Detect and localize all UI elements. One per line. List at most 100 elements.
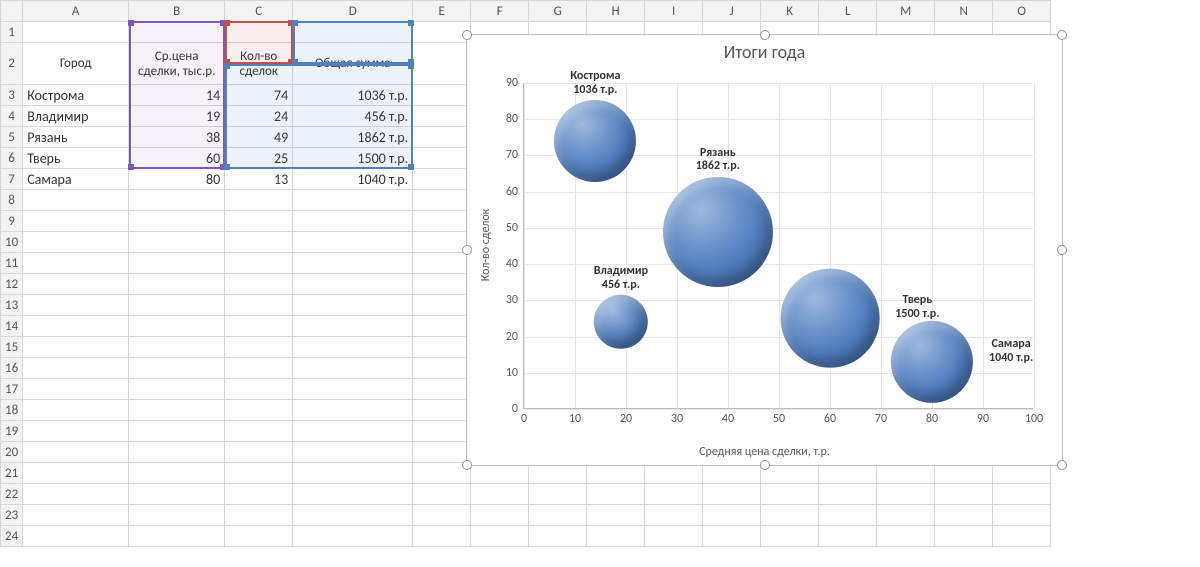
column-header-K[interactable]: K bbox=[761, 1, 819, 22]
chart-handle[interactable] bbox=[1057, 30, 1067, 40]
row-header-13[interactable]: 13 bbox=[1, 295, 23, 316]
cell-D3[interactable]: 1036 т.р. bbox=[293, 85, 413, 106]
cell-H23[interactable] bbox=[587, 505, 645, 526]
cell-I24[interactable] bbox=[645, 526, 703, 547]
cell-B21[interactable] bbox=[129, 463, 225, 484]
cell-E16[interactable] bbox=[413, 358, 471, 379]
cell-A22[interactable] bbox=[23, 484, 129, 505]
cell-A7[interactable]: Самара bbox=[23, 169, 129, 190]
chart-handle[interactable] bbox=[1057, 245, 1067, 255]
column-header-F[interactable]: F bbox=[471, 1, 529, 22]
cell-B13[interactable] bbox=[129, 295, 225, 316]
chart-handle[interactable] bbox=[462, 30, 472, 40]
cell-D15[interactable] bbox=[293, 337, 413, 358]
row-header-17[interactable]: 17 bbox=[1, 379, 23, 400]
column-header-C[interactable]: C bbox=[225, 1, 293, 22]
bubble-Самара[interactable] bbox=[891, 321, 973, 403]
cell-C2[interactable]: Кол-во сделок bbox=[225, 43, 293, 85]
row-header-19[interactable]: 19 bbox=[1, 421, 23, 442]
cell-A20[interactable] bbox=[23, 442, 129, 463]
cell-A5[interactable]: Рязань bbox=[23, 127, 129, 148]
cell-B4[interactable]: 19 bbox=[129, 106, 225, 127]
cell-A17[interactable] bbox=[23, 379, 129, 400]
row-header-2[interactable]: 2 bbox=[1, 43, 23, 85]
cell-B5[interactable]: 38 bbox=[129, 127, 225, 148]
cell-C10[interactable] bbox=[225, 232, 293, 253]
cell-C4[interactable]: 24 bbox=[225, 106, 293, 127]
chart-handle[interactable] bbox=[462, 460, 472, 470]
cell-D10[interactable] bbox=[293, 232, 413, 253]
cell-E8[interactable] bbox=[413, 190, 471, 211]
cell-B9[interactable] bbox=[129, 211, 225, 232]
cell-A21[interactable] bbox=[23, 463, 129, 484]
cell-A24[interactable] bbox=[23, 526, 129, 547]
cell-C22[interactable] bbox=[225, 484, 293, 505]
chart-title[interactable]: Итоги года bbox=[467, 41, 1062, 63]
column-header-B[interactable]: B bbox=[129, 1, 225, 22]
cell-B23[interactable] bbox=[129, 505, 225, 526]
cell-B10[interactable] bbox=[129, 232, 225, 253]
cell-B11[interactable] bbox=[129, 253, 225, 274]
cell-E7[interactable] bbox=[413, 169, 471, 190]
cell-E19[interactable] bbox=[413, 421, 471, 442]
cell-J23[interactable] bbox=[703, 505, 761, 526]
cell-C11[interactable] bbox=[225, 253, 293, 274]
cell-C1[interactable] bbox=[225, 22, 293, 43]
row-header-20[interactable]: 20 bbox=[1, 442, 23, 463]
cell-C9[interactable] bbox=[225, 211, 293, 232]
cell-D11[interactable] bbox=[293, 253, 413, 274]
cell-E14[interactable] bbox=[413, 316, 471, 337]
cell-C19[interactable] bbox=[225, 421, 293, 442]
cell-A4[interactable]: Владимир bbox=[23, 106, 129, 127]
cell-D23[interactable] bbox=[293, 505, 413, 526]
row-header-5[interactable]: 5 bbox=[1, 127, 23, 148]
cell-C7[interactable]: 13 bbox=[225, 169, 293, 190]
cell-B17[interactable] bbox=[129, 379, 225, 400]
cell-D13[interactable] bbox=[293, 295, 413, 316]
column-header-H[interactable]: H bbox=[587, 1, 645, 22]
cell-A2[interactable]: Город bbox=[23, 43, 129, 85]
cell-B20[interactable] bbox=[129, 442, 225, 463]
cell-C5[interactable]: 49 bbox=[225, 127, 293, 148]
column-header-I[interactable]: I bbox=[645, 1, 703, 22]
chart-handle[interactable] bbox=[1057, 460, 1067, 470]
cell-G23[interactable] bbox=[529, 505, 587, 526]
cell-G22[interactable] bbox=[529, 484, 587, 505]
cell-E15[interactable] bbox=[413, 337, 471, 358]
column-header-O[interactable]: O bbox=[993, 1, 1051, 22]
row-header-24[interactable]: 24 bbox=[1, 526, 23, 547]
cell-A23[interactable] bbox=[23, 505, 129, 526]
cell-D1[interactable] bbox=[293, 22, 413, 43]
cell-D5[interactable]: 1862 т.р. bbox=[293, 127, 413, 148]
cell-E17[interactable] bbox=[413, 379, 471, 400]
cell-D9[interactable] bbox=[293, 211, 413, 232]
cell-I23[interactable] bbox=[645, 505, 703, 526]
cell-N23[interactable] bbox=[935, 505, 993, 526]
chart-object[interactable]: Итоги года Кол-во сделок 010203040506070… bbox=[466, 34, 1063, 466]
cell-C16[interactable] bbox=[225, 358, 293, 379]
cell-C18[interactable] bbox=[225, 400, 293, 421]
cell-K22[interactable] bbox=[761, 484, 819, 505]
cell-O22[interactable] bbox=[993, 484, 1051, 505]
cell-J24[interactable] bbox=[703, 526, 761, 547]
cell-E2[interactable] bbox=[413, 43, 471, 85]
cell-E24[interactable] bbox=[413, 526, 471, 547]
cell-B18[interactable] bbox=[129, 400, 225, 421]
row-header-3[interactable]: 3 bbox=[1, 85, 23, 106]
cell-B15[interactable] bbox=[129, 337, 225, 358]
cell-D2[interactable]: Общая сумма bbox=[293, 43, 413, 85]
cell-D8[interactable] bbox=[293, 190, 413, 211]
row-header-14[interactable]: 14 bbox=[1, 316, 23, 337]
row-header-16[interactable]: 16 bbox=[1, 358, 23, 379]
row-header-18[interactable]: 18 bbox=[1, 400, 23, 421]
cell-B16[interactable] bbox=[129, 358, 225, 379]
column-header-E[interactable]: E bbox=[413, 1, 471, 22]
cell-D17[interactable] bbox=[293, 379, 413, 400]
cell-A18[interactable] bbox=[23, 400, 129, 421]
cell-A9[interactable] bbox=[23, 211, 129, 232]
cell-B19[interactable] bbox=[129, 421, 225, 442]
cell-M22[interactable] bbox=[877, 484, 935, 505]
cell-A6[interactable]: Тверь bbox=[23, 148, 129, 169]
cell-B22[interactable] bbox=[129, 484, 225, 505]
row-header-22[interactable]: 22 bbox=[1, 484, 23, 505]
